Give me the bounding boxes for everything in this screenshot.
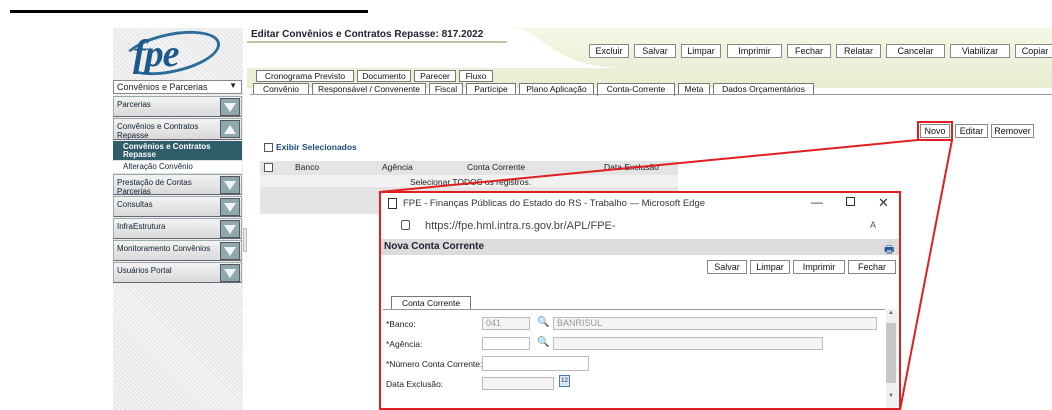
printer-icon[interactable]: 🖶 [884, 241, 894, 260]
scroll-up-icon[interactable]: ▲ [888, 310, 894, 316]
banco-name-field[interactable]: BANRISUL [553, 317, 877, 330]
data-exclusao-field[interactable] [482, 377, 554, 390]
popup-tab-conta-corrente[interactable]: Conta Corrente [391, 296, 471, 310]
address-bar[interactable]: https://fpe.hml.intra.rs.gov.br/APL/FPE-… [381, 215, 899, 254]
numero-conta-field[interactable] [482, 356, 589, 371]
lock-icon[interactable] [401, 220, 410, 230]
agencia-label: *Agência: [386, 339, 423, 349]
scroll-down-icon[interactable]: ▼ [888, 393, 894, 399]
form-title-text: Nova Conta Corrente [384, 241, 485, 252]
page-icon [388, 198, 397, 209]
agencia-field[interactable] [482, 337, 530, 350]
close-icon[interactable]: ✕ [878, 195, 889, 211]
calendar-icon[interactable]: 12 [559, 375, 570, 387]
banco-label: *Banco: [386, 319, 416, 329]
banco-code-field[interactable]: 041 [482, 317, 530, 330]
form-title: Nova Conta Corrente [381, 239, 899, 255]
search-icon[interactable]: 🔍 [537, 317, 549, 329]
popup-scroll-thumb[interactable] [886, 323, 896, 383]
popup-tab-line [383, 309, 885, 310]
agencia-name-field[interactable] [553, 337, 823, 350]
popup-salvar-button[interactable]: Salvar [707, 260, 747, 274]
popup-title: FPE - Finanças Públicas do Estado do RS … [403, 198, 706, 209]
minimize-icon[interactable]: — [811, 195, 823, 209]
edge-popup-window: FPE - Finanças Públicas do Estado do RS … [379, 191, 901, 410]
popup-limpar-button[interactable]: Limpar [750, 260, 790, 274]
read-aloud-icon[interactable]: A [870, 220, 876, 230]
maximize-icon[interactable] [846, 197, 855, 206]
popup-fechar-button[interactable]: Fechar [848, 260, 896, 274]
search-icon[interactable]: 🔍 [537, 337, 549, 349]
data-exclusao-label: Data Exclusão: [386, 379, 444, 389]
popup-imprimir-button[interactable]: Imprimir [793, 260, 845, 274]
numero-label: *Número Conta Corrente: [386, 359, 483, 369]
